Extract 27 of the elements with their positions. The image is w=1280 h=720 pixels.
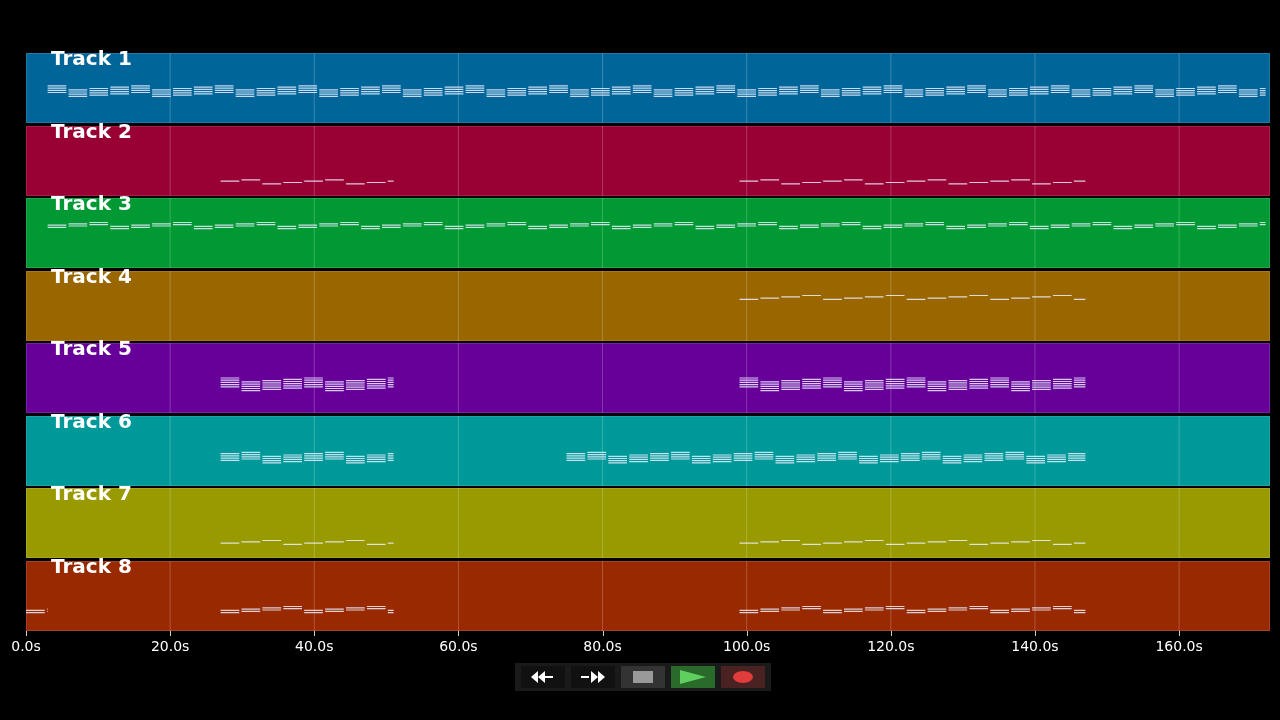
- stop-icon: [633, 670, 653, 683]
- stop-button[interactable]: [621, 665, 665, 688]
- time-label: 140.0s: [1011, 637, 1059, 654]
- play-icon: [680, 669, 706, 684]
- time-label: 20.0s: [150, 637, 190, 654]
- track-name: Track 8: [51, 553, 132, 578]
- track-name: Track 7: [51, 481, 132, 505]
- rewind-icon: [531, 670, 555, 683]
- track-name: Track 6: [51, 408, 132, 433]
- time-label: 120.0s: [867, 637, 915, 654]
- track-name: Track 5: [51, 336, 132, 360]
- track-name: Track 3: [51, 191, 132, 215]
- record-button[interactable]: [721, 665, 765, 688]
- track-name: Track 4: [51, 263, 132, 288]
- fast-forward-button[interactable]: [571, 665, 615, 688]
- time-label: 100.0s: [723, 637, 771, 654]
- time-label: 0.0s: [11, 637, 41, 654]
- time-label: 40.0s: [295, 637, 334, 654]
- time-label: 80.0s: [583, 637, 622, 654]
- track-name: Track 1: [51, 46, 132, 70]
- fast-forward-icon: [581, 670, 605, 683]
- time-label: 60.0s: [439, 637, 478, 654]
- record-icon: [733, 670, 753, 683]
- time-label: 160.0s: [1155, 637, 1203, 654]
- play-button[interactable]: [671, 665, 715, 688]
- track-name: Track 2: [51, 118, 132, 143]
- rewind-button[interactable]: [521, 665, 565, 688]
